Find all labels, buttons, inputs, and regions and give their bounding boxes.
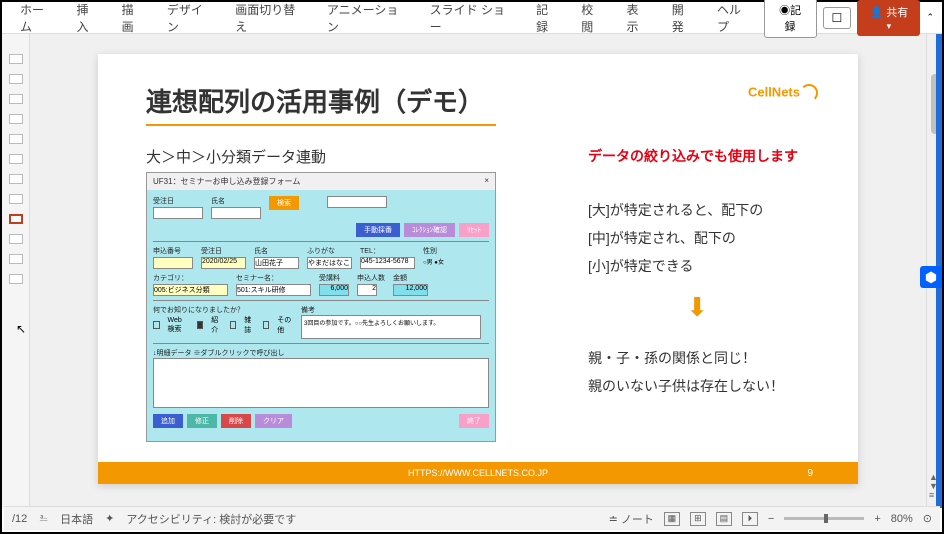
thumbnail-panel[interactable] [2,34,30,508]
slide-thumb-current[interactable] [9,214,23,224]
form-window-title: UF31：セミナーお申し込み登録フォーム × [147,173,495,190]
ribbon-bar: ホーム 挿入 描画 デザイン 画面切り替え アニメーション スライド ショー 記… [2,2,942,34]
status-bar: /12 ⎁ 日本語 ✦ アクセシビリティ: 検討が必要です ≐ ノート ▦ ⊞ … [4,506,940,530]
zoom-in-button[interactable]: + [874,513,880,525]
workspace: 連想配列の活用事例（デモ） CellNets 大＞中＞小分類データ連動 データの… [2,34,942,508]
del-btn: 削除 [221,414,251,428]
view-sorter-icon[interactable]: ⊞ [690,512,706,526]
slide-thumb[interactable] [9,74,23,84]
slide-thumb[interactable] [9,54,23,64]
close-icon: × [484,176,489,187]
cursor-icon: ↖ [16,322,26,336]
record-button[interactable]: ◉記録 [764,0,817,38]
right-text-block-1: [大]が特定されると、配下の [中]が特定され、配下の [小]が特定できる [588,196,798,280]
share-button[interactable]: 👤 共有 ▾ [857,0,920,36]
red-caption: データの絞り込みでも使用します [588,146,798,166]
slide-thumb[interactable] [9,274,23,284]
chevron-down-icon: ▾ [887,21,892,31]
coll-btn: ｺﾚｸｼｮﾝ確認 [404,223,455,237]
dropbox-icon[interactable]: ⬢ [920,266,942,288]
a11y-icon[interactable]: ✦ [105,512,114,525]
right-text-block-2: 親・子・孫の関係と同じ！ 親のいない子供は存在しない！ [588,344,798,400]
manual-btn: 手動採番 [356,223,400,237]
zoom-out-button[interactable]: − [768,513,774,525]
notes-button[interactable]: ≐ ノート [609,511,654,527]
ribbon-collapse-icon[interactable]: ⌃ [926,12,934,23]
form-screenshot: UF31：セミナーお申し込み登録フォーム × 受注日 氏名 検索 手動採番 ｺﾚ… [146,172,496,442]
slide-thumb[interactable] [9,114,23,124]
slide-page-number: 9 [807,468,813,479]
comment-button[interactable]: ☐ [823,7,852,29]
slide-counter: /12 [12,513,27,525]
slide: 連想配列の活用事例（デモ） CellNets 大＞中＞小分類データ連動 データの… [98,54,858,484]
slide-title: 連想配列の活用事例（デモ） [146,82,484,119]
slide-footer: HTTPS://WWW.CELLNETS.CO.JP 9 [98,462,858,484]
slide-thumb[interactable] [9,254,23,264]
zoom-level[interactable]: 80% [891,513,913,525]
slide-thumb[interactable] [9,134,23,144]
slide-subtitle: 大＞中＞小分類データ連動 [146,146,326,167]
slide-thumb[interactable] [9,234,23,244]
arrow-down-icon: ⬇ [686,292,708,323]
zoom-slider[interactable] [784,517,864,520]
edit-btn: 修正 [187,414,217,428]
logo: CellNets [748,84,818,102]
view-reading-icon[interactable]: ▤ [716,512,732,526]
title-underline [146,124,496,126]
slide-thumb[interactable] [9,194,23,204]
clear-btn: クリア [255,414,292,428]
slide-thumb[interactable] [9,154,23,164]
add-btn: 追加 [153,414,183,428]
slide-thumb[interactable] [9,94,23,104]
language-label[interactable]: 日本語 [60,511,93,527]
slide-canvas[interactable]: 連想配列の活用事例（デモ） CellNets 大＞中＞小分類データ連動 データの… [30,34,926,508]
search-btn: 検索 [269,196,299,210]
reset-btn: ﾘｾｯﾄ [459,223,489,237]
fit-button[interactable]: ⊙ [923,512,932,525]
zoom-handle[interactable] [824,514,828,523]
logo-swirl-icon [800,84,818,102]
accessibility-label[interactable]: アクセシビリティ: 検討が必要です [126,511,296,527]
view-slideshow-icon[interactable]: ⏵ [742,512,758,526]
view-normal-icon[interactable]: ▦ [664,512,680,526]
share-icon: 👤 [870,7,884,19]
end-btn: 終了 [459,414,489,428]
lang-icon[interactable]: ⎁ [39,512,48,525]
slide-thumb[interactable] [9,174,23,184]
